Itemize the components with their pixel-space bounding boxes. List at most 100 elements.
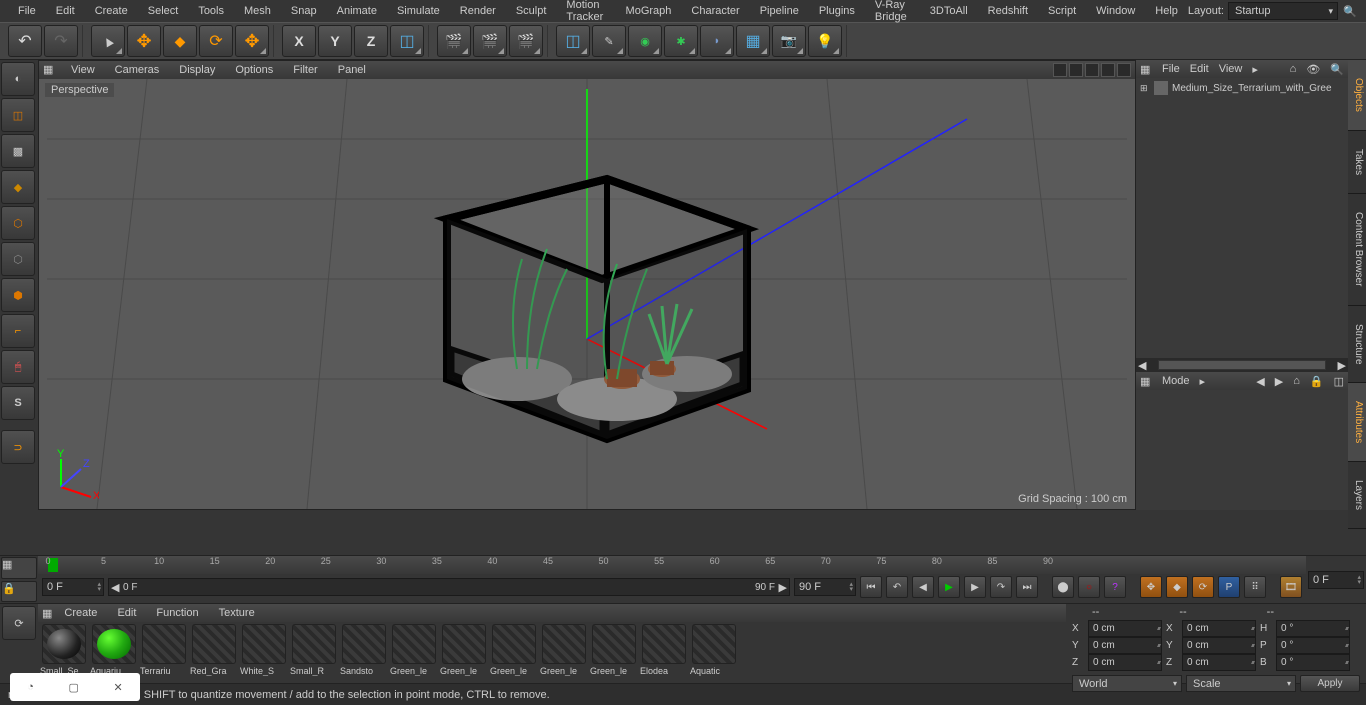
material-item[interactable]: Green_le (390, 624, 438, 681)
material-item[interactable]: Red_Gra (190, 624, 238, 681)
vp-layout4-icon[interactable] (1117, 63, 1131, 77)
material-item[interactable]: Green_le (590, 624, 638, 681)
object-tree[interactable]: ⊞ Medium_Size_Terrarium_with_Gree (1136, 78, 1348, 358)
menu-animate[interactable]: Animate (327, 5, 387, 17)
vp-nav-rotate-icon[interactable] (1085, 63, 1099, 77)
menu-character[interactable]: Character (681, 5, 749, 17)
move-tool-button[interactable] (127, 25, 161, 57)
coord-size-field[interactable]: 0 cm (1182, 637, 1256, 654)
next-frame-button[interactable]: ▶ (964, 576, 986, 598)
render-pict-button[interactable] (473, 25, 507, 57)
obj-menu-edit[interactable]: Edit (1190, 63, 1209, 75)
material-item[interactable]: Green_le (440, 624, 488, 681)
viewport-solo-button[interactable]: S (1, 386, 35, 420)
tab-layers[interactable]: Layers (1348, 462, 1366, 529)
vp-menu-panel[interactable]: Panel (332, 64, 372, 76)
obj-home-icon[interactable]: ⌂ (1290, 63, 1297, 75)
expand-icon[interactable]: ⊞ (1140, 83, 1150, 94)
mat-grip-icon[interactable]: ▦ (42, 607, 52, 620)
material-item[interactable]: Sandsto (340, 624, 388, 681)
y-axis-button[interactable] (318, 25, 352, 57)
attr-more-icon[interactable]: ▸ (1200, 375, 1206, 388)
menu-pipeline[interactable]: Pipeline (750, 5, 809, 17)
tree-hscroll[interactable]: ◀ ▶ (1136, 358, 1348, 372)
menu-plugins[interactable]: Plugins (809, 5, 865, 17)
menu-help[interactable]: Help (1145, 5, 1188, 17)
undo-button[interactable] (8, 25, 42, 57)
prev-frame-button[interactable]: ◀ (912, 576, 934, 598)
attr-lock-icon[interactable]: 🔒 (1310, 375, 1324, 388)
tab-structure[interactable]: Structure (1348, 306, 1366, 384)
add-spline-button[interactable]: ✎ (592, 25, 626, 57)
add-environment-button[interactable]: ◗ (700, 25, 734, 57)
z-axis-button[interactable] (354, 25, 388, 57)
obj-eye-icon[interactable]: 👁 (1306, 63, 1320, 76)
redo-button[interactable] (44, 25, 78, 57)
key-pla-button[interactable]: ⠿ (1244, 576, 1266, 598)
menu-mesh[interactable]: Mesh (234, 5, 281, 17)
poly-mode-button[interactable]: ⬢ (1, 278, 35, 312)
coord-system-button[interactable] (390, 25, 424, 57)
render-settings-button[interactable] (509, 25, 543, 57)
range-right-handle[interactable]: ▶ (779, 581, 787, 594)
viewport-grip-icon[interactable]: ▦ (43, 63, 57, 77)
coord-mode-dropdown[interactable]: Scale (1186, 675, 1296, 692)
coord-rot-field[interactable]: 0 ° (1276, 620, 1350, 637)
mat-menu-edit[interactable]: Edit (109, 607, 144, 619)
menu-script[interactable]: Script (1038, 5, 1086, 17)
obj-menu-view[interactable]: View (1219, 63, 1243, 75)
key-pos-button[interactable]: ✥ (1140, 576, 1162, 598)
coord-rot-field[interactable]: 0 ° (1276, 637, 1350, 654)
coord-size-field[interactable]: 0 cm (1182, 620, 1256, 637)
tab-attributes[interactable]: Attributes (1348, 383, 1366, 462)
menu-mograph[interactable]: MoGraph (616, 5, 682, 17)
timeline-snap-button[interactable]: ▦ (1, 557, 37, 579)
search-icon[interactable]: 🔍 (1342, 3, 1358, 19)
record-button[interactable]: ⬤ (1052, 576, 1074, 598)
material-item[interactable]: White_S (240, 624, 288, 681)
scroll-right-icon[interactable]: ▶ (1336, 359, 1348, 372)
coord-pos-field[interactable]: 0 cm (1088, 620, 1162, 637)
attr-back-icon[interactable]: ◀ (1256, 375, 1264, 388)
key-scale-button[interactable]: ◆ (1166, 576, 1188, 598)
menu-simulate[interactable]: Simulate (387, 5, 450, 17)
end-frame-field[interactable]: 90 F▴▾ (794, 578, 856, 596)
menu-window[interactable]: Window (1086, 5, 1145, 17)
key-options-button[interactable]: ? (1104, 576, 1126, 598)
transform-tool-button[interactable] (235, 25, 269, 57)
make-editable-button[interactable]: ◐ (1, 62, 35, 96)
tab-objects[interactable]: Objects (1348, 60, 1366, 131)
key-param-button[interactable]: P (1218, 576, 1240, 598)
key-rot-button[interactable]: ⟳ (1192, 576, 1214, 598)
axis-mode-button[interactable]: ⌐ (1, 314, 35, 348)
point-mode-button[interactable]: ⬡ (1, 206, 35, 240)
render-view-button[interactable] (437, 25, 471, 57)
coord-pos-field[interactable]: 0 cm (1088, 637, 1162, 654)
add-camera-button[interactable] (772, 25, 806, 57)
add-light-button[interactable] (808, 25, 842, 57)
attr-new-icon[interactable]: ◫ (1334, 375, 1344, 388)
start-frame-field[interactable]: 0 F▴▾ (42, 578, 104, 596)
goto-end-button[interactable]: ⏭ (1016, 576, 1038, 598)
scroll-left-icon[interactable]: ◀ (1136, 359, 1148, 372)
material-list[interactable]: Small_SeAquariuTerrariuRed_GraWhite_SSma… (38, 622, 1066, 683)
next-key-button[interactable]: ↷ (990, 576, 1012, 598)
menu-redshift[interactable]: Redshift (978, 5, 1038, 17)
add-deformer-button[interactable]: ✱ (664, 25, 698, 57)
material-item[interactable]: Small_R (290, 624, 338, 681)
prev-key-button[interactable]: ↶ (886, 576, 908, 598)
obj-search-icon[interactable]: 🔍 (1330, 63, 1344, 76)
menu-tools[interactable]: Tools (188, 5, 234, 17)
range-slider[interactable]: ◀ 0 F 90 F ▶ (108, 578, 790, 596)
obj-menu-file[interactable]: File (1162, 63, 1180, 75)
play-button[interactable]: ▶ (938, 576, 960, 598)
add-generator-button[interactable]: ◉ (628, 25, 662, 57)
vp-nav-move-icon[interactable] (1053, 63, 1067, 77)
tree-row[interactable]: ⊞ Medium_Size_Terrarium_with_Gree (1138, 80, 1346, 96)
grip-icon[interactable]: ▦ (1140, 375, 1152, 387)
mat-menu-texture[interactable]: Texture (211, 607, 263, 619)
vp-layout1-icon[interactable] (1101, 63, 1115, 77)
x-axis-button[interactable] (282, 25, 316, 57)
menu-render[interactable]: Render (450, 5, 506, 17)
autokey-button[interactable]: ○ (1078, 576, 1100, 598)
